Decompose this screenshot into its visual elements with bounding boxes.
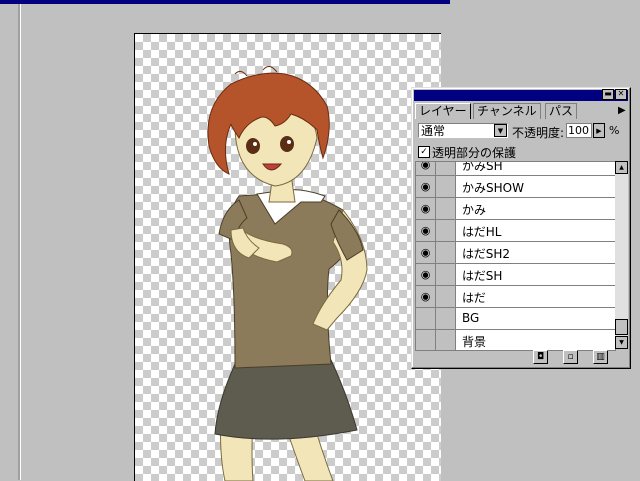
palette-menu-arrow-icon[interactable]: ▶	[618, 105, 626, 116]
tab-layers[interactable]: レイヤー	[415, 103, 471, 119]
layer-link-box[interactable]	[436, 242, 456, 263]
layers-palette: ▬ ✕ レイヤー チャンネル パス ▶ 通常 ▼ 不透明度: 100 ▶ % ✓…	[411, 87, 631, 369]
palette-title-bar[interactable]	[414, 90, 628, 101]
title-bar-right	[450, 0, 640, 4]
opacity-input[interactable]: 100	[566, 123, 592, 138]
layer-row[interactable]: BG	[416, 308, 615, 330]
layer-row[interactable]: ◉ かみ	[416, 198, 615, 220]
layer-link-box[interactable]	[436, 162, 456, 175]
layer-name: かみSH	[462, 161, 503, 173]
trash-icon[interactable]: ▥	[593, 350, 608, 364]
eye-icon[interactable]: ◉	[416, 162, 436, 175]
layer-link-box[interactable]	[436, 264, 456, 285]
layer-name: かみSHOW	[462, 181, 524, 195]
mask-icon[interactable]: ◘	[533, 350, 548, 364]
chevron-down-icon[interactable]: ▼	[494, 124, 507, 137]
layer-row[interactable]: ◉ かみSHOW	[416, 176, 615, 198]
preserve-transparency-label: 透明部分の保護	[432, 146, 517, 160]
eye-icon[interactable]: ◉	[416, 176, 436, 197]
eye-icon[interactable]: ◉	[416, 286, 436, 307]
layer-row[interactable]: ◉ かみSH	[416, 161, 615, 176]
layer-link-box[interactable]	[436, 198, 456, 219]
opacity-unit: %	[609, 124, 620, 137]
opacity-label: 不透明度:	[512, 126, 565, 140]
layer-name: はだSH	[462, 269, 503, 283]
layer-row[interactable]: ◉ はだHL	[416, 220, 615, 242]
layer-row[interactable]: ◉ はだSH2	[416, 242, 615, 264]
blend-mode-value: 通常	[421, 124, 446, 138]
layer-link-box[interactable]	[436, 176, 456, 197]
scroll-thumb[interactable]	[615, 319, 628, 335]
layer-row[interactable]: 背景	[416, 330, 615, 350]
layer-list-scrollbar[interactable]: ▲ ▼	[615, 161, 628, 349]
document-canvas[interactable]	[134, 33, 441, 481]
opacity-slider-button[interactable]: ▶	[593, 123, 605, 138]
eye-icon[interactable]: ◉	[416, 264, 436, 285]
layer-name: はだHL	[462, 225, 502, 239]
layer-options-row: 通常 ▼ 不透明度: 100 ▶ %	[416, 122, 626, 140]
preserve-transparency-row: ✓ 透明部分の保護	[416, 144, 626, 160]
preserve-transparency-checkbox[interactable]: ✓	[418, 146, 430, 158]
eye-icon[interactable]: ◉	[416, 198, 436, 219]
eye-icon[interactable]: ◉	[416, 242, 436, 263]
layer-name: はだ	[462, 291, 486, 305]
layer-name: はだSH2	[462, 247, 511, 261]
blend-mode-select[interactable]: 通常 ▼	[418, 123, 508, 138]
eye-toggle-empty[interactable]	[416, 308, 436, 329]
layer-link-box[interactable]	[436, 308, 456, 329]
layer-link-box[interactable]	[436, 286, 456, 307]
palette-minimize-button[interactable]: ▬	[602, 89, 614, 100]
layer-link-box[interactable]	[436, 220, 456, 241]
window-edge	[18, 4, 21, 480]
layer-link-box[interactable]	[436, 330, 456, 350]
layer-row[interactable]: ◉ はだSH	[416, 264, 615, 286]
new-layer-icon[interactable]: ▫	[563, 350, 578, 364]
eye-icon[interactable]: ◉	[416, 220, 436, 241]
layer-name: かみ	[462, 203, 487, 217]
layer-list: ◉ かみSH ◉ かみSHOW ◉ かみ ◉ はだHL ◉ はだSH2 ◉ はだ…	[415, 161, 616, 351]
layer-row[interactable]: ◉ はだ	[416, 286, 615, 308]
scroll-up-icon[interactable]: ▲	[615, 161, 628, 174]
character-illustration	[207, 66, 368, 481]
palette-bottom-bar: ◘ ▫ ▥	[415, 350, 627, 365]
tab-paths[interactable]: パス	[545, 103, 578, 119]
scroll-down-icon[interactable]: ▼	[615, 336, 628, 349]
tab-channels[interactable]: チャンネル	[473, 103, 541, 119]
layer-name: BG	[462, 311, 480, 325]
palette-close-button[interactable]: ✕	[615, 89, 627, 100]
palette-tabs: レイヤー チャンネル パス ▶	[415, 103, 627, 119]
layer-name: 背景	[462, 335, 487, 349]
eye-toggle-empty[interactable]	[416, 330, 436, 350]
